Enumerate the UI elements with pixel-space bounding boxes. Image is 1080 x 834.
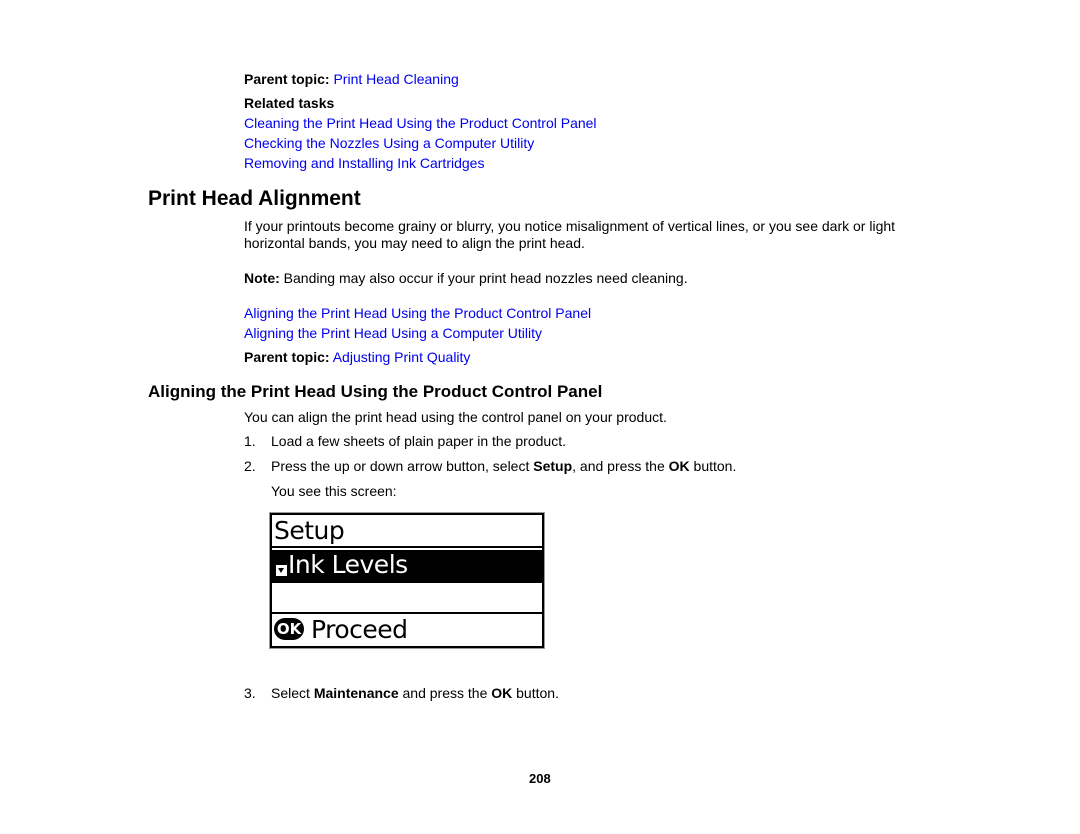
step-1: 1. Load a few sheets of plain paper in th…: [244, 433, 566, 450]
parent-topic-link-adjusting-print-quality[interactable]: Adjusting Print Quality: [333, 349, 471, 365]
related-link-cleaning-print-head[interactable]: Cleaning the Print Head Using the Produc…: [244, 115, 597, 132]
lcd-title-row: Setup: [272, 515, 542, 548]
link-aligning-computer-utility[interactable]: Aligning the Print Head Using a Computer…: [244, 325, 542, 342]
lcd-selected-row: Ink Levels: [272, 550, 542, 581]
step-text-pre: Select: [271, 685, 314, 701]
step-number: 1.: [244, 433, 256, 449]
step-text-mid: and press the: [398, 685, 492, 701]
step-text-pre: Press the up or down arrow button, selec…: [271, 458, 534, 474]
step-bold-ok: OK: [491, 685, 513, 701]
step-3: 3. Select Maintenance and press the OK bu…: [244, 685, 559, 702]
lcd-title: Setup: [274, 516, 345, 545]
parent-topic-line-2: Parent topic: Adjusting Print Quality: [244, 349, 470, 366]
step-number: 2.: [244, 458, 256, 474]
step-bold-setup: Setup: [533, 458, 573, 474]
control-panel-intro: You can align the print head using the c…: [244, 409, 667, 425]
page-number: 208: [529, 771, 551, 786]
related-tasks-heading: Related tasks: [244, 95, 335, 111]
note-text: Banding may also occur if your print hea…: [279, 270, 688, 286]
parent-topic-label-2: Parent topic:: [244, 349, 330, 365]
parent-topic-line: Parent topic: Print Head Cleaning: [244, 71, 459, 88]
lcd-blank-row: [272, 581, 542, 614]
section-title-aligning-control-panel: Aligning the Print Head Using the Produc…: [148, 382, 603, 401]
related-link-removing-ink-cartridges[interactable]: Removing and Installing Ink Cartridges: [244, 155, 484, 172]
step-number: 3.: [244, 685, 256, 701]
parent-topic-link-print-head-cleaning[interactable]: Print Head Cleaning: [333, 71, 458, 87]
related-link-checking-nozzles[interactable]: Checking the Nozzles Using a Computer Ut…: [244, 135, 534, 152]
parent-topic-label: Parent topic:: [244, 71, 330, 87]
note-label: Note:: [244, 270, 280, 286]
lcd-selected-item: Ink Levels: [288, 550, 408, 579]
step-bold-maintenance: Maintenance: [313, 685, 399, 701]
step-2: 2. Press the up or down arrow button, sel…: [244, 458, 736, 475]
step-text-post: button.: [689, 458, 737, 474]
step-2-followup: You see this screen:: [271, 483, 397, 499]
note-paragraph: Note: Banding may also occur if your pri…: [244, 270, 688, 287]
section-title-print-head-alignment: Print Head Alignment: [148, 187, 361, 210]
step-text: Load a few sheets of plain paper in the …: [271, 433, 566, 449]
lcd-action-row: OK Proceed: [272, 615, 542, 646]
step-text-mid: , and press the: [572, 458, 669, 474]
step-bold-ok: OK: [668, 458, 690, 474]
lcd-screen-illustration: Setup Ink Levels OK Proceed: [269, 512, 545, 649]
step-text-post: button.: [512, 685, 559, 701]
alignment-intro-paragraph: If your printouts become grainy or blurr…: [244, 218, 896, 251]
lcd-action-label: Proceed: [311, 615, 408, 644]
down-arrow-icon: [276, 565, 287, 576]
link-aligning-control-panel[interactable]: Aligning the Print Head Using the Produc…: [244, 305, 591, 322]
ok-button-icon: OK: [274, 618, 304, 640]
